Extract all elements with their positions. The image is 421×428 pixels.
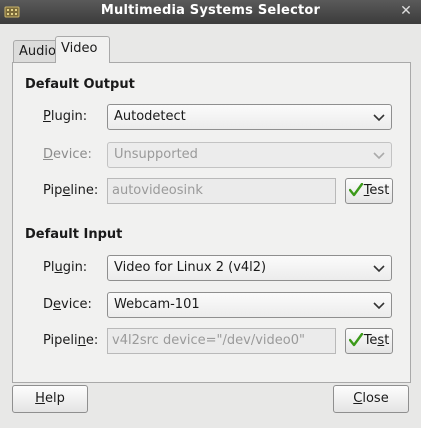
- output-pipeline-label: Pipeline:: [43, 183, 99, 198]
- input-device-combo[interactable]: Webcam-101: [107, 292, 392, 318]
- default-output-heading: Default Output: [25, 77, 135, 92]
- output-test-button[interactable]: Test: [345, 178, 393, 204]
- checkmark-icon: [348, 333, 363, 347]
- tab-video[interactable]: Video: [55, 36, 110, 63]
- input-plugin-combo[interactable]: Video for Linux 2 (v4l2): [107, 255, 392, 281]
- output-plugin-combo[interactable]: Autodetect: [107, 104, 392, 130]
- input-plugin-label: Plugin:: [43, 260, 88, 275]
- chevron-down-icon: [373, 265, 385, 273]
- checkmark-icon: [348, 183, 363, 197]
- output-device-label: Device:: [43, 147, 92, 162]
- output-device-value: Unsupported: [114, 147, 198, 162]
- video-tab-pane: Default Output Plugin: Autodetect Device…: [12, 62, 411, 383]
- window-title: Multimedia Systems Selector: [100, 3, 321, 18]
- chevron-down-icon: [373, 114, 385, 122]
- output-pipeline-field[interactable]: autovideosink: [107, 178, 336, 204]
- dialog-window: Audio Video Default Output Plugin: Autod…: [0, 24, 421, 428]
- tab-audio[interactable]: Audio: [13, 40, 59, 62]
- input-device-label: Device:: [43, 297, 92, 312]
- input-pipeline-label: Pipeline:: [43, 333, 99, 348]
- input-pipeline-field[interactable]: v4l2src device="/dev/video0": [107, 328, 336, 354]
- help-button[interactable]: Help: [12, 385, 88, 413]
- input-test-button[interactable]: Test: [345, 328, 393, 354]
- close-window-icon[interactable]: ✕: [397, 2, 415, 20]
- close-button[interactable]: Close: [333, 385, 409, 413]
- input-device-value: Webcam-101: [114, 297, 200, 312]
- output-device-combo: Unsupported: [107, 142, 392, 168]
- title-bar: Multimedia Systems Selector ✕: [0, 0, 421, 25]
- output-plugin-value: Autodetect: [114, 109, 186, 124]
- default-input-heading: Default Input: [25, 227, 123, 242]
- output-plugin-label: Plugin:: [43, 109, 88, 124]
- chevron-down-icon: [373, 302, 385, 310]
- input-plugin-value: Video for Linux 2 (v4l2): [114, 260, 267, 275]
- chevron-down-icon: [373, 152, 385, 160]
